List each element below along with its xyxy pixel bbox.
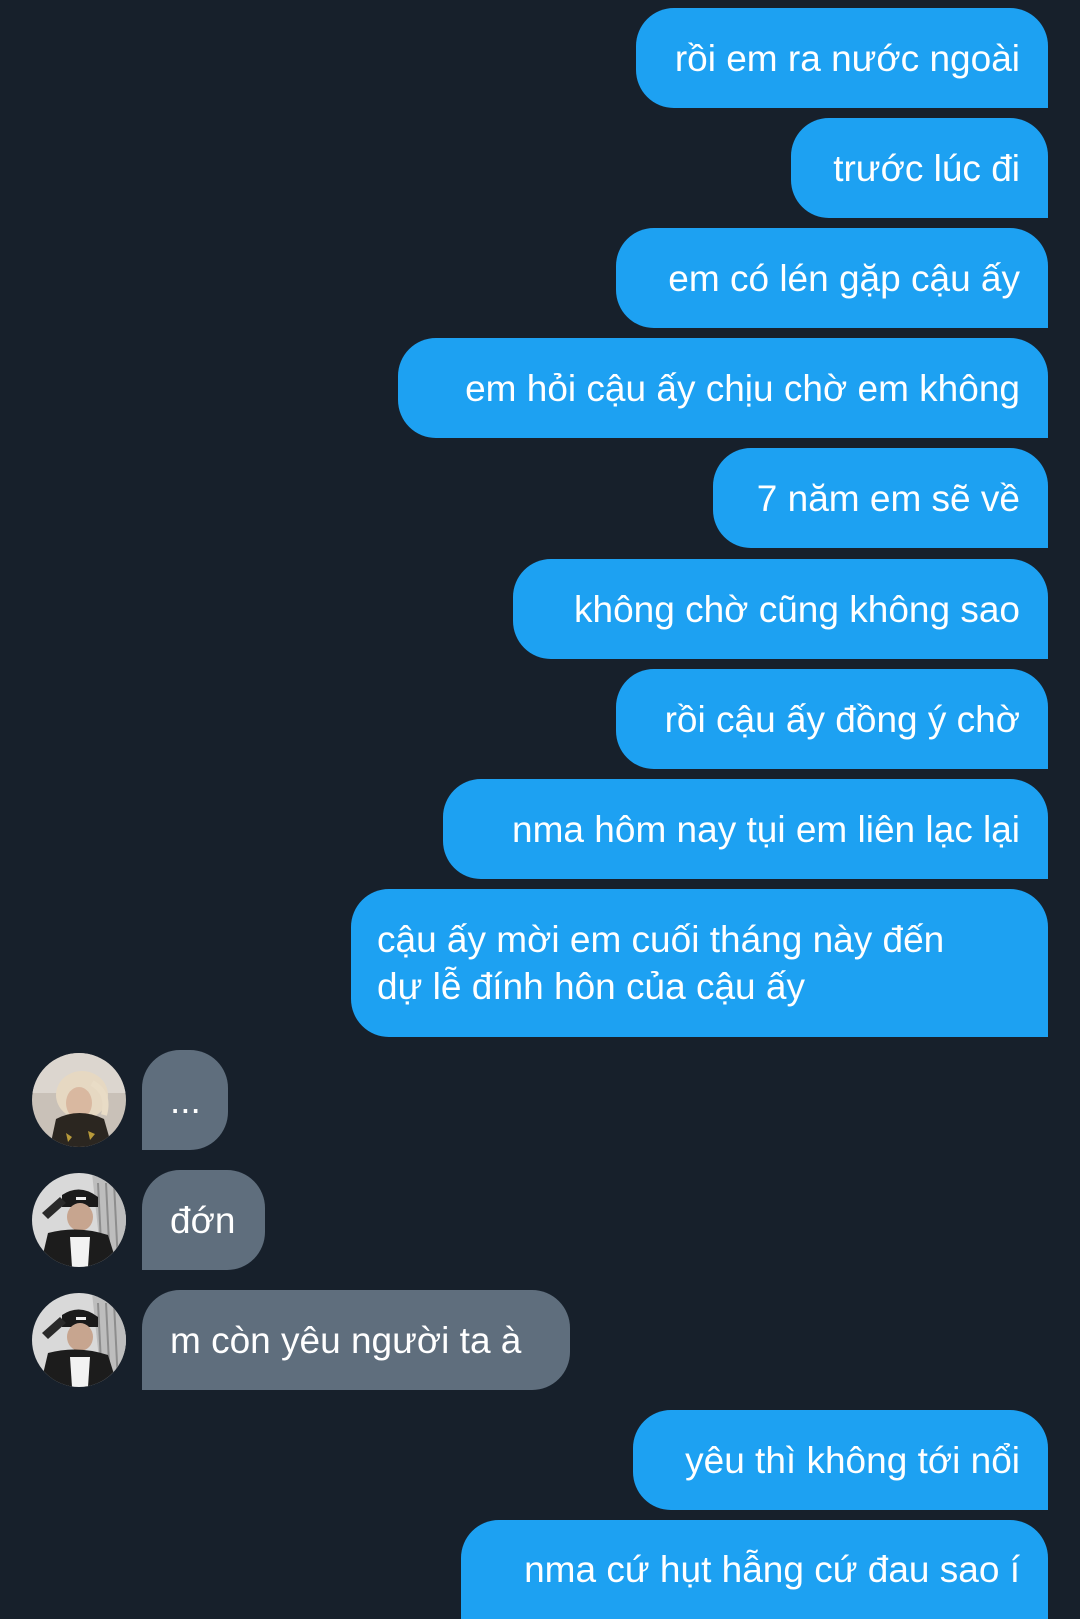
sent-message-bubble[interactable]: 7 năm em sẽ về xyxy=(713,448,1048,548)
avatar[interactable] xyxy=(32,1293,126,1387)
message-row: rồi em ra nước ngoài xyxy=(0,8,1080,108)
sent-message-bubble[interactable]: em hỏi cậu ấy chịu chờ em không xyxy=(398,338,1048,438)
message-row: trước lúc đi xyxy=(0,118,1080,218)
message-row: nma cứ hụt hẫng cứ đau sao í xyxy=(0,1520,1080,1619)
sent-message-bubble[interactable]: rồi cậu ấy đồng ý chờ xyxy=(616,669,1048,769)
message-row: nma hôm nay tụi em liên lạc lại xyxy=(0,779,1080,879)
message-text: trước lúc đi xyxy=(833,147,1020,189)
sent-message-bubble[interactable]: rồi em ra nước ngoài xyxy=(636,8,1048,108)
message-text: rồi cậu ấy đồng ý chờ xyxy=(664,698,1020,740)
message-text: em có lén gặp cậu ấy xyxy=(668,257,1020,299)
message-row: ... xyxy=(0,1050,1080,1150)
message-row: đớn xyxy=(0,1170,1080,1270)
message-text: 7 năm em sẽ về xyxy=(756,477,1020,519)
message-row: 7 năm em sẽ về xyxy=(0,448,1080,548)
message-text: ... xyxy=(170,1079,201,1121)
sent-message-bubble[interactable]: trước lúc đi xyxy=(791,118,1048,218)
message-row: em có lén gặp cậu ấy xyxy=(0,228,1080,328)
sent-message-bubble[interactable]: nma cứ hụt hẫng cứ đau sao í xyxy=(461,1520,1048,1619)
avatar[interactable] xyxy=(32,1173,126,1267)
received-message-bubble[interactable]: ... xyxy=(142,1050,228,1150)
chat-thread[interactable]: rồi em ra nước ngoài trước lúc đi em có … xyxy=(0,0,1080,1619)
message-text: m còn yêu người ta à xyxy=(170,1319,522,1361)
sent-message-bubble[interactable]: nma hôm nay tụi em liên lạc lại xyxy=(443,779,1048,879)
message-row: yêu thì không tới nổi xyxy=(0,1410,1080,1510)
avatar-blonde-person-icon xyxy=(32,1053,126,1147)
sent-message-bubble[interactable]: yêu thì không tới nổi xyxy=(633,1410,1048,1510)
received-message-bubble[interactable]: đớn xyxy=(142,1170,265,1270)
avatar-person-black-cap-icon xyxy=(32,1173,126,1267)
message-row: không chờ cũng không sao xyxy=(0,559,1080,659)
avatar[interactable] xyxy=(32,1053,126,1147)
message-row: cậu ấy mời em cuối tháng này đến dự lễ đ… xyxy=(0,889,1080,1037)
message-row: em hỏi cậu ấy chịu chờ em không xyxy=(0,338,1080,438)
avatar-person-black-cap-icon xyxy=(32,1293,126,1387)
message-text: đớn xyxy=(170,1199,236,1241)
message-row: rồi cậu ấy đồng ý chờ xyxy=(0,669,1080,769)
message-text: rồi em ra nước ngoài xyxy=(674,37,1020,79)
message-row: m còn yêu người ta à xyxy=(0,1290,1080,1390)
sent-message-bubble[interactable]: cậu ấy mời em cuối tháng này đến dự lễ đ… xyxy=(351,889,1048,1037)
message-text: yêu thì không tới nổi xyxy=(685,1439,1020,1481)
message-text: em hỏi cậu ấy chịu chờ em không xyxy=(465,367,1020,409)
message-text: nma cứ hụt hẫng cứ đau sao í xyxy=(524,1549,1020,1590)
message-text: không chờ cũng không sao xyxy=(574,588,1020,630)
message-text: cậu ấy mời em cuối tháng này đến dự lễ đ… xyxy=(377,919,945,1007)
sent-message-bubble[interactable]: em có lén gặp cậu ấy xyxy=(616,228,1048,328)
message-text: nma hôm nay tụi em liên lạc lại xyxy=(512,808,1020,850)
sent-message-bubble[interactable]: không chờ cũng không sao xyxy=(513,559,1048,659)
received-message-bubble[interactable]: m còn yêu người ta à xyxy=(142,1290,570,1390)
